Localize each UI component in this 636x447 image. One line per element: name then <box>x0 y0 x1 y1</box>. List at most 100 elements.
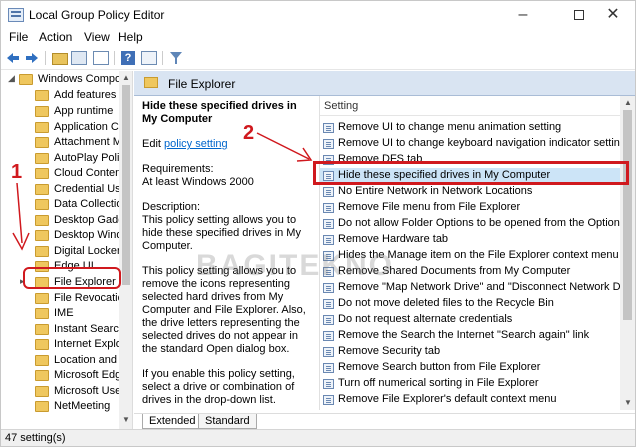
folder-icon <box>144 77 158 88</box>
scroll-up-arrow-icon[interactable]: ▲ <box>624 98 632 107</box>
list-item[interactable]: Remove Search button from File Explorer <box>320 360 620 376</box>
tree-item-label: Credential Use <box>54 183 127 195</box>
list-item-label: Do not request alternate credentials <box>338 313 513 325</box>
export-list-icon[interactable] <box>93 51 109 65</box>
scroll-thumb[interactable] <box>623 110 632 320</box>
list-item-label: Remove the Search the Internet "Search a… <box>338 329 590 341</box>
help-icon[interactable]: ? <box>121 51 135 65</box>
folder-icon <box>35 370 49 381</box>
menu-file[interactable]: File <box>9 30 28 44</box>
show-hide-tree-icon[interactable] <box>71 51 87 65</box>
folder-icon <box>35 386 49 397</box>
annotation-highlight-hide-drives <box>313 161 629 185</box>
toolbar-separator <box>45 51 46 65</box>
policy-setting-icon <box>323 123 334 133</box>
list-item[interactable]: Remove File Explorer's default context m… <box>320 392 620 408</box>
menu-action[interactable]: Action <box>39 30 72 44</box>
toolbar: ? <box>1 47 635 70</box>
list-item[interactable]: No Entire Network in Network Locations <box>320 184 620 200</box>
folder-icon <box>35 122 49 133</box>
status-text: 47 setting(s) <box>5 432 66 444</box>
tree-item-label: Attachment M <box>54 136 122 148</box>
tree-vertical-scrollbar[interactable]: ▲ ▼ <box>119 71 132 429</box>
list-item-label: Do not allow Folder Options to be opened… <box>338 217 635 229</box>
view-tabs: Extended Standard <box>134 413 635 429</box>
policy-title: Hide these specified drives in My Comput… <box>142 100 297 125</box>
folder-icon <box>19 74 33 85</box>
list-item[interactable]: Do not request alternate credentials <box>320 312 620 328</box>
list-vertical-scrollbar[interactable]: ▲ ▼ <box>620 96 635 410</box>
list-item-label: Remove UI to change keyboard navigation … <box>338 137 627 149</box>
tree-item-label: App runtime <box>54 105 114 117</box>
description: Description: This policy setting allows … <box>142 201 311 253</box>
tree-item-label: Desktop Gadg <box>54 214 125 226</box>
policy-setting-icon <box>323 283 334 293</box>
policy-setting-icon <box>323 187 334 197</box>
status-bar: 47 setting(s) <box>1 429 635 446</box>
list-item-label: Remove Security tab <box>338 345 441 357</box>
properties-icon[interactable] <box>141 51 157 65</box>
annotation-arrow-2-icon <box>256 132 313 162</box>
toolbar-separator <box>114 51 115 65</box>
scroll-down-arrow-icon[interactable]: ▼ <box>624 398 632 407</box>
list-item-label: Remove Search button from File Explorer <box>338 361 541 373</box>
scroll-down-arrow-icon[interactable]: ▼ <box>122 415 130 424</box>
tree-item-label: AutoPlay Polic <box>54 152 125 164</box>
description-para-3: If you enable this policy setting, selec… <box>142 368 295 406</box>
window-title: Local Group Policy Editor <box>29 8 165 22</box>
policy-setting-icon <box>323 139 334 149</box>
tree-item-label: Instant Search <box>54 323 125 335</box>
policy-setting-icon <box>323 331 334 341</box>
policy-setting-icon <box>323 203 334 213</box>
edit-prefix: Edit <box>142 138 161 150</box>
folder-icon <box>35 168 49 179</box>
back-arrow-icon[interactable] <box>5 50 21 66</box>
scroll-up-arrow-icon[interactable]: ▲ <box>122 73 130 82</box>
column-header-setting[interactable]: Setting <box>320 96 635 116</box>
menu-bar: File Action View Help <box>1 29 635 47</box>
tree-item-label: NetMeeting <box>54 400 111 412</box>
tab-standard[interactable]: Standard <box>198 414 257 429</box>
list-item-label: No Entire Network in Network Locations <box>338 185 533 197</box>
policy-setting-icon <box>323 347 334 357</box>
policy-setting-icon <box>323 219 334 229</box>
list-item-label: Remove Hardware tab <box>338 233 449 245</box>
requirements-label: Requirements: <box>142 163 214 175</box>
menu-help[interactable]: Help <box>118 30 143 44</box>
policy-setting-icon <box>323 363 334 373</box>
folder-icon <box>35 90 49 101</box>
tree-item-label: Add features t <box>54 89 123 101</box>
folder-icon <box>35 401 49 412</box>
list-item[interactable]: Remove Security tab <box>320 344 620 360</box>
collapse-arrow-icon[interactable]: ◢ <box>8 73 15 84</box>
menu-view[interactable]: View <box>84 30 110 44</box>
content-header-title: File Explorer <box>168 77 236 91</box>
up-folder-icon[interactable] <box>52 53 68 65</box>
tab-extended[interactable]: Extended <box>142 414 203 429</box>
list-item[interactable]: Remove UI to change menu animation setti… <box>320 120 620 136</box>
tree-item-label: File Revocatio <box>54 292 124 304</box>
policy-setting-icon <box>323 299 334 309</box>
annotation-highlight-file-explorer <box>23 267 121 289</box>
policy-setting-icon <box>323 379 334 389</box>
tree-item-label: Microsoft Use <box>54 385 122 397</box>
minimize-button[interactable]: – <box>501 1 545 29</box>
scroll-thumb[interactable] <box>122 85 130 285</box>
folder-icon <box>35 355 49 366</box>
list-item[interactable]: Turn off numerical sorting in File Explo… <box>320 376 620 392</box>
list-item-label: Turn off numerical sorting in File Explo… <box>338 377 539 389</box>
list-item[interactable]: Do not allow Folder Options to be opened… <box>320 216 635 232</box>
list-item[interactable]: Remove UI to change keyboard navigation … <box>320 136 626 152</box>
list-item[interactable]: Remove Hardware tab <box>320 232 620 248</box>
list-item-label: Remove UI to change menu animation setti… <box>338 121 562 133</box>
list-item[interactable]: Do not move deleted files to the Recycle… <box>320 296 620 312</box>
list-item[interactable]: Remove File menu from File Explorer <box>320 200 620 216</box>
folder-icon <box>35 153 49 164</box>
close-button[interactable]: ✕ <box>591 1 635 29</box>
forward-arrow-icon[interactable] <box>24 50 40 66</box>
folder-icon <box>35 246 49 257</box>
content-header: File Explorer <box>134 71 635 96</box>
edit-policy-setting-link[interactable]: policy setting <box>164 138 228 150</box>
list-item[interactable]: Remove the Search the Internet "Search a… <box>320 328 620 344</box>
filter-icon[interactable] <box>169 50 183 66</box>
